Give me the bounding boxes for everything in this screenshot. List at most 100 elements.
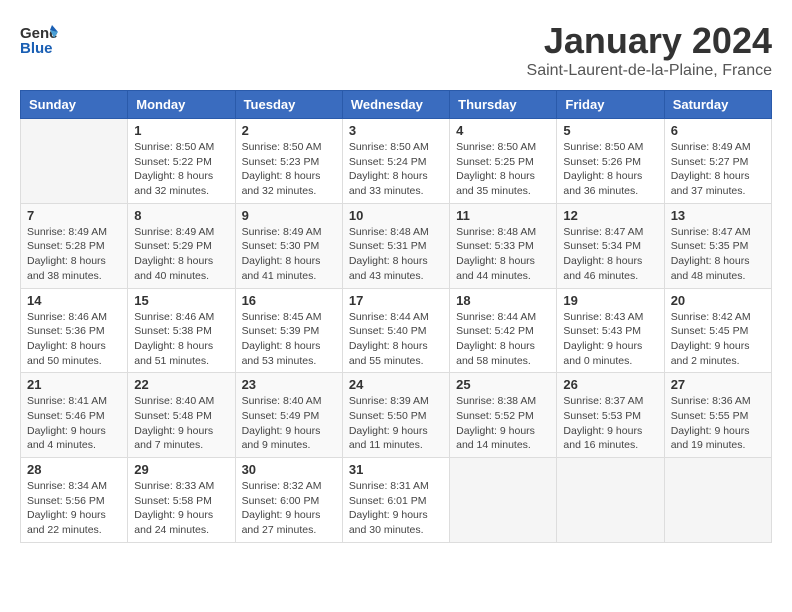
calendar-cell: 19Sunrise: 8:43 AM Sunset: 5:43 PM Dayli… bbox=[557, 288, 664, 373]
day-number: 27 bbox=[671, 377, 765, 392]
day-info: Sunrise: 8:47 AM Sunset: 5:34 PM Dayligh… bbox=[563, 225, 657, 284]
day-info: Sunrise: 8:50 AM Sunset: 5:24 PM Dayligh… bbox=[349, 140, 443, 199]
calendar-cell: 28Sunrise: 8:34 AM Sunset: 5:56 PM Dayli… bbox=[21, 458, 128, 543]
day-info: Sunrise: 8:49 AM Sunset: 5:29 PM Dayligh… bbox=[134, 225, 228, 284]
calendar-cell: 23 Sunrise: 8:40 AM Sunset: 5:49 PM Dayli… bbox=[235, 373, 342, 458]
day-number: 1 bbox=[134, 123, 228, 138]
day-number: 20 bbox=[671, 293, 765, 308]
month-title: January 2024 bbox=[527, 20, 772, 62]
day-info: Sunrise: 8:33 AM Sunset: 5:58 PM Dayligh… bbox=[134, 479, 228, 538]
day-number: 24 bbox=[349, 377, 443, 392]
day-number: 14 bbox=[27, 293, 121, 308]
week-row-2: 7 Sunrise: 8:49 AM Sunset: 5:28 PM Daylig… bbox=[21, 203, 772, 288]
calendar-cell bbox=[664, 458, 771, 543]
calendar-cell: 17 Sunrise: 8:44 AM Sunset: 5:40 PM Dayli… bbox=[342, 288, 449, 373]
week-row-4: 21 Sunrise: 8:41 AM Sunset: 5:46 PM Dayli… bbox=[21, 373, 772, 458]
day-number: 30 bbox=[242, 462, 336, 477]
day-info: Sunrise: 8:42 AM Sunset: 5:45 PM Dayligh… bbox=[671, 310, 765, 369]
day-info: Sunrise: 8:48 AM Sunset: 5:31 PM Dayligh… bbox=[349, 225, 443, 284]
calendar-cell: 8 Sunrise: 8:49 AM Sunset: 5:29 PM Daylig… bbox=[128, 203, 235, 288]
day-number: 2 bbox=[242, 123, 336, 138]
logo: General Blue bbox=[20, 20, 58, 58]
day-info: Sunrise: 8:44 AM Sunset: 5:40 PM Dayligh… bbox=[349, 310, 443, 369]
day-info: Sunrise: 8:43 AM Sunset: 5:43 PM Dayligh… bbox=[563, 310, 657, 369]
day-number: 21 bbox=[27, 377, 121, 392]
day-info: Sunrise: 8:50 AM Sunset: 5:23 PM Dayligh… bbox=[242, 140, 336, 199]
calendar-header: SundayMondayTuesdayWednesdayThursdayFrid… bbox=[21, 91, 772, 119]
calendar-table: SundayMondayTuesdayWednesdayThursdayFrid… bbox=[20, 90, 772, 543]
calendar-cell: 29 Sunrise: 8:33 AM Sunset: 5:58 PM Dayli… bbox=[128, 458, 235, 543]
calendar-cell: 9 Sunrise: 8:49 AM Sunset: 5:30 PM Daylig… bbox=[235, 203, 342, 288]
calendar-cell: 1 Sunrise: 8:50 AM Sunset: 5:22 PM Daylig… bbox=[128, 119, 235, 204]
day-number: 26 bbox=[563, 377, 657, 392]
calendar-cell: 20 Sunrise: 8:42 AM Sunset: 5:45 PM Dayli… bbox=[664, 288, 771, 373]
day-number: 12 bbox=[563, 208, 657, 223]
day-number: 10 bbox=[349, 208, 443, 223]
calendar-cell bbox=[450, 458, 557, 543]
calendar-cell: 15 Sunrise: 8:46 AM Sunset: 5:38 PM Dayli… bbox=[128, 288, 235, 373]
day-number: 22 bbox=[134, 377, 228, 392]
day-info: Sunrise: 8:36 AM Sunset: 5:55 PM Dayligh… bbox=[671, 394, 765, 453]
day-number: 8 bbox=[134, 208, 228, 223]
day-info: Sunrise: 8:49 AM Sunset: 5:27 PM Dayligh… bbox=[671, 140, 765, 199]
day-info: Sunrise: 8:40 AM Sunset: 5:48 PM Dayligh… bbox=[134, 394, 228, 453]
calendar-cell: 26 Sunrise: 8:37 AM Sunset: 5:53 PM Dayli… bbox=[557, 373, 664, 458]
title-section: January 2024 Saint-Laurent-de-la-Plaine,… bbox=[527, 20, 772, 80]
calendar-cell: 16Sunrise: 8:45 AM Sunset: 5:39 PM Dayli… bbox=[235, 288, 342, 373]
day-info: Sunrise: 8:50 AM Sunset: 5:25 PM Dayligh… bbox=[456, 140, 550, 199]
calendar-cell: 2 Sunrise: 8:50 AM Sunset: 5:23 PM Daylig… bbox=[235, 119, 342, 204]
week-row-1: 1 Sunrise: 8:50 AM Sunset: 5:22 PM Daylig… bbox=[21, 119, 772, 204]
day-number: 3 bbox=[349, 123, 443, 138]
day-info: Sunrise: 8:50 AM Sunset: 5:26 PM Dayligh… bbox=[563, 140, 657, 199]
calendar-cell: 7 Sunrise: 8:49 AM Sunset: 5:28 PM Daylig… bbox=[21, 203, 128, 288]
calendar-cell: 24 Sunrise: 8:39 AM Sunset: 5:50 PM Dayli… bbox=[342, 373, 449, 458]
calendar-cell: 6 Sunrise: 8:49 AM Sunset: 5:27 PM Daylig… bbox=[664, 119, 771, 204]
day-number: 29 bbox=[134, 462, 228, 477]
day-info: Sunrise: 8:49 AM Sunset: 5:30 PM Dayligh… bbox=[242, 225, 336, 284]
calendar-cell: 13 Sunrise: 8:47 AM Sunset: 5:35 PM Dayli… bbox=[664, 203, 771, 288]
weekday-row: SundayMondayTuesdayWednesdayThursdayFrid… bbox=[21, 91, 772, 119]
day-number: 11 bbox=[456, 208, 550, 223]
day-info: Sunrise: 8:37 AM Sunset: 5:53 PM Dayligh… bbox=[563, 394, 657, 453]
calendar-cell: 31Sunrise: 8:31 AM Sunset: 6:01 PM Dayli… bbox=[342, 458, 449, 543]
day-number: 5 bbox=[563, 123, 657, 138]
day-number: 13 bbox=[671, 208, 765, 223]
day-info: Sunrise: 8:39 AM Sunset: 5:50 PM Dayligh… bbox=[349, 394, 443, 453]
logo-icon: General Blue bbox=[20, 20, 58, 58]
day-number: 7 bbox=[27, 208, 121, 223]
calendar-cell bbox=[21, 119, 128, 204]
week-row-5: 28Sunrise: 8:34 AM Sunset: 5:56 PM Dayli… bbox=[21, 458, 772, 543]
week-row-3: 14Sunrise: 8:46 AM Sunset: 5:36 PM Dayli… bbox=[21, 288, 772, 373]
weekday-header-wednesday: Wednesday bbox=[342, 91, 449, 119]
weekday-header-monday: Monday bbox=[128, 91, 235, 119]
day-number: 28 bbox=[27, 462, 121, 477]
calendar-cell: 10 Sunrise: 8:48 AM Sunset: 5:31 PM Dayli… bbox=[342, 203, 449, 288]
day-number: 9 bbox=[242, 208, 336, 223]
day-number: 6 bbox=[671, 123, 765, 138]
weekday-header-sunday: Sunday bbox=[21, 91, 128, 119]
day-number: 23 bbox=[242, 377, 336, 392]
page-header: General Blue January 2024 Saint-Laurent-… bbox=[20, 20, 772, 80]
calendar-cell: 22 Sunrise: 8:40 AM Sunset: 5:48 PM Dayli… bbox=[128, 373, 235, 458]
day-info: Sunrise: 8:41 AM Sunset: 5:46 PM Dayligh… bbox=[27, 394, 121, 453]
day-info: Sunrise: 8:50 AM Sunset: 5:22 PM Dayligh… bbox=[134, 140, 228, 199]
day-info: Sunrise: 8:46 AM Sunset: 5:38 PM Dayligh… bbox=[134, 310, 228, 369]
day-info: Sunrise: 8:40 AM Sunset: 5:49 PM Dayligh… bbox=[242, 394, 336, 453]
calendar-cell: 11 Sunrise: 8:48 AM Sunset: 5:33 PM Dayli… bbox=[450, 203, 557, 288]
day-info: Sunrise: 8:38 AM Sunset: 5:52 PM Dayligh… bbox=[456, 394, 550, 453]
day-number: 15 bbox=[134, 293, 228, 308]
calendar-cell: 12 Sunrise: 8:47 AM Sunset: 5:34 PM Dayli… bbox=[557, 203, 664, 288]
weekday-header-tuesday: Tuesday bbox=[235, 91, 342, 119]
day-number: 17 bbox=[349, 293, 443, 308]
day-number: 4 bbox=[456, 123, 550, 138]
calendar-cell: 25Sunrise: 8:38 AM Sunset: 5:52 PM Dayli… bbox=[450, 373, 557, 458]
day-number: 16 bbox=[242, 293, 336, 308]
calendar-cell: 21 Sunrise: 8:41 AM Sunset: 5:46 PM Dayli… bbox=[21, 373, 128, 458]
location: Saint-Laurent-de-la-Plaine, France bbox=[527, 62, 772, 80]
calendar-cell: 5 Sunrise: 8:50 AM Sunset: 5:26 PM Daylig… bbox=[557, 119, 664, 204]
calendar-body: 1 Sunrise: 8:50 AM Sunset: 5:22 PM Daylig… bbox=[21, 119, 772, 543]
calendar-cell: 3 Sunrise: 8:50 AM Sunset: 5:24 PM Daylig… bbox=[342, 119, 449, 204]
day-info: Sunrise: 8:48 AM Sunset: 5:33 PM Dayligh… bbox=[456, 225, 550, 284]
day-info: Sunrise: 8:47 AM Sunset: 5:35 PM Dayligh… bbox=[671, 225, 765, 284]
day-info: Sunrise: 8:49 AM Sunset: 5:28 PM Dayligh… bbox=[27, 225, 121, 284]
